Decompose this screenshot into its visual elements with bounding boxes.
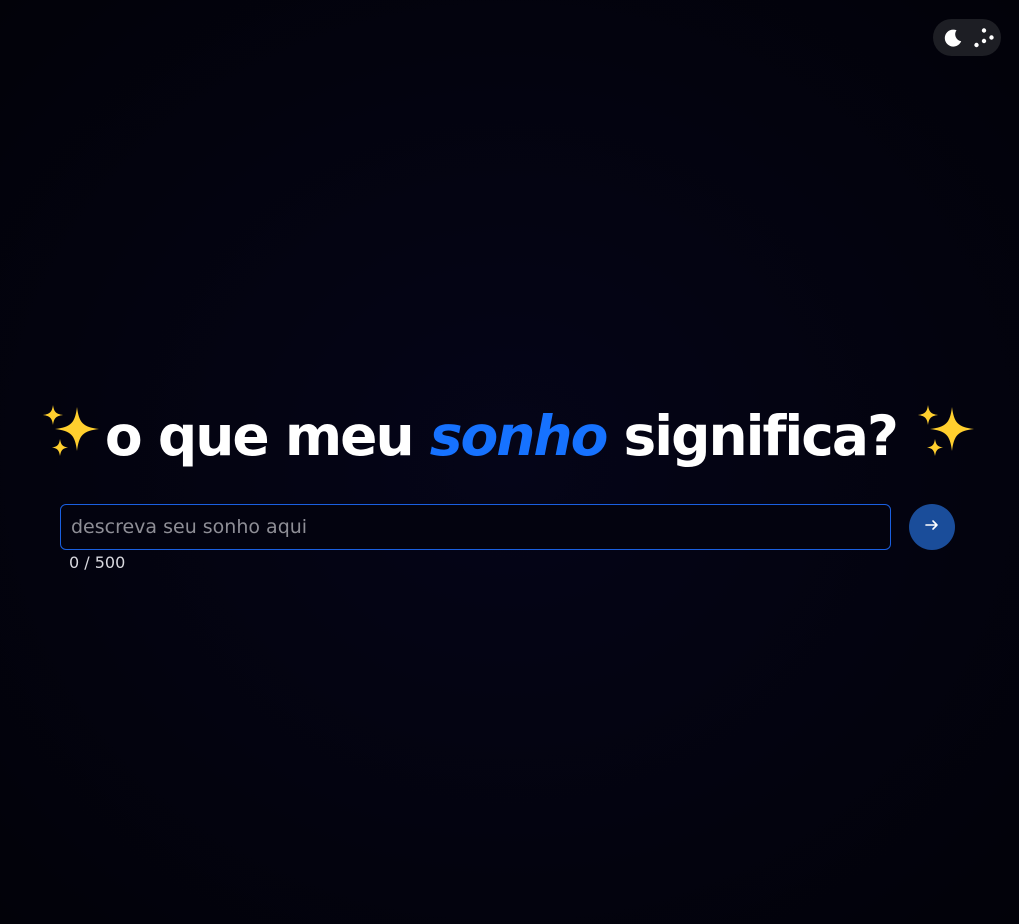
dream-input-wrapper (60, 504, 891, 550)
dream-input[interactable] (61, 505, 890, 549)
moon-icon (942, 27, 964, 49)
page-title: o que meu sonho significa? (0, 396, 1019, 480)
arrow-right-icon (925, 518, 939, 537)
title-prefix: o que meu (104, 404, 430, 468)
submit-button[interactable] (909, 504, 955, 550)
title-accent-word: sonho (429, 404, 609, 468)
theme-toggle[interactable] (933, 19, 1001, 56)
sparkles-icon (42, 400, 101, 480)
sparkles-icon (918, 400, 976, 480)
char-counter: 0 / 500 (69, 553, 126, 572)
stars-icon (973, 27, 995, 49)
title-suffix: significa? (606, 404, 899, 468)
